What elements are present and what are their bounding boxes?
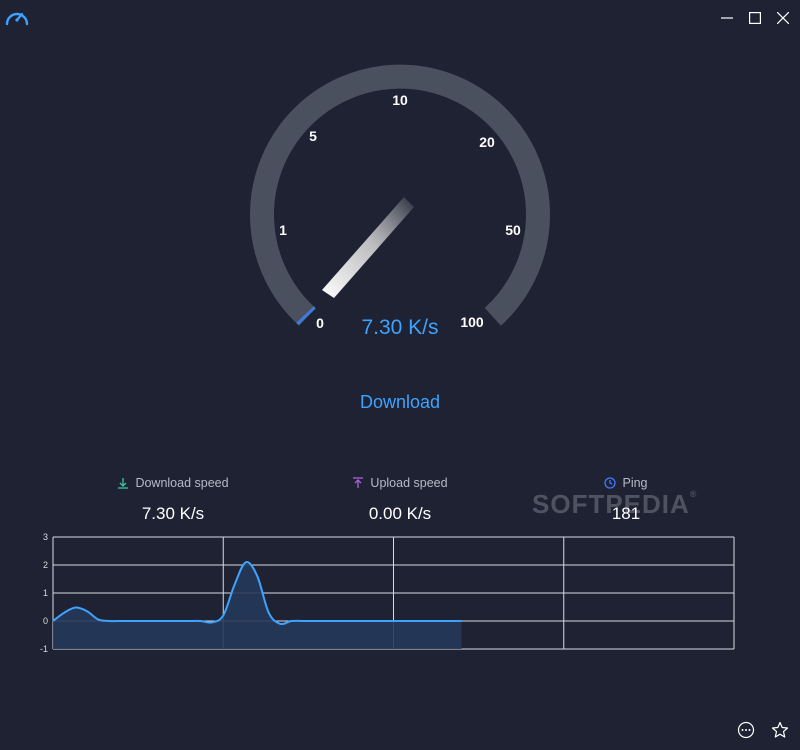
y-tick-label: 1 (43, 588, 48, 598)
gauge-needle (322, 197, 414, 298)
gauge-tick-label: 20 (479, 134, 495, 150)
y-tick-label: -1 (40, 644, 48, 654)
upload-stat-value: 0.00 K/s (368, 504, 432, 523)
gauge-tick-label: 50 (505, 222, 521, 238)
gauge-tick-label: 1 (279, 222, 287, 238)
star-icon (771, 721, 789, 738)
download-stat-value: 7.30 K/s (141, 504, 205, 523)
favorite-button[interactable] (770, 720, 790, 740)
softpedia-watermark: SOFTPEDIA® (532, 489, 697, 520)
download-stat-label: Download speed (135, 476, 229, 490)
gauge-tick-label: 5 (309, 128, 317, 144)
more-button[interactable] (736, 720, 756, 740)
clock-icon (604, 477, 617, 489)
gauge-tick-label: 10 (392, 92, 408, 108)
upload-icon (352, 477, 364, 489)
current-speed: 7.30 K/s (361, 316, 439, 339)
ping-stat-label: Ping (622, 476, 648, 490)
download-stat: Download speed 7.30 K/s (73, 476, 273, 524)
watermark-mark: ® (689, 489, 698, 499)
upload-stat: Upload speed 0.00 K/s (300, 476, 500, 524)
download-icon (117, 477, 129, 489)
test-mode-link[interactable]: Download (300, 392, 500, 413)
speed-gauge: 0 1 5 10 20 50 100 (250, 64, 550, 331)
y-tick-label: 0 (43, 616, 48, 626)
watermark-text: SOFTPEDIA (532, 489, 690, 519)
bottom-actions (736, 720, 790, 740)
y-tick-label: 3 (43, 532, 48, 542)
speed-history-chart: 3 2 1 0 -1 (40, 532, 735, 654)
gauge-track (250, 64, 550, 326)
upload-stat-label: Upload speed (370, 476, 448, 490)
more-icon (737, 721, 755, 739)
y-tick-label: 2 (43, 560, 48, 570)
